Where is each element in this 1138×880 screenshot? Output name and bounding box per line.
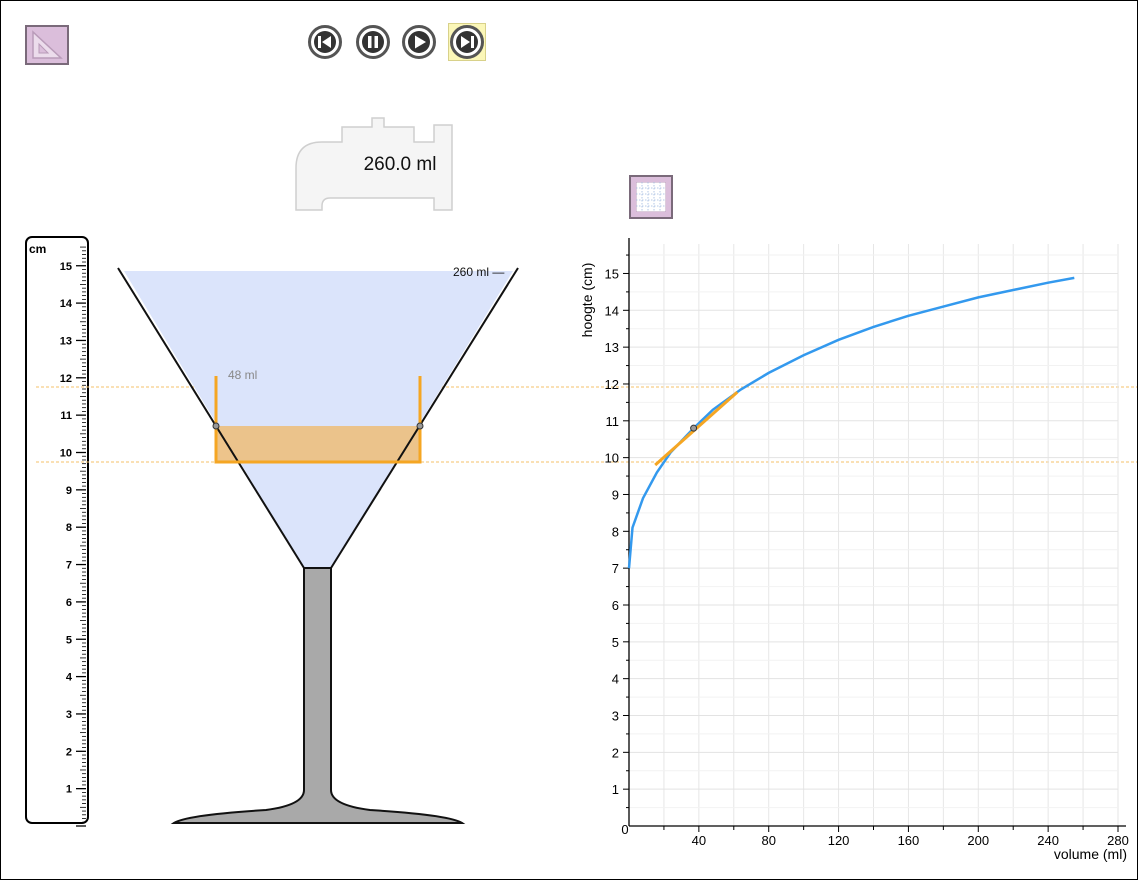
x-tick-label: 80 — [761, 833, 775, 848]
ruler-tick-label: 7 — [66, 560, 72, 572]
selection-volume-label: 48 ml — [228, 368, 257, 382]
ruler-unit: cm — [29, 242, 46, 256]
x-tick-label: 160 — [898, 833, 920, 848]
tangent-point[interactable] — [690, 424, 698, 432]
y-tick-label: 15 — [605, 266, 619, 281]
level-marker-left[interactable] — [212, 422, 220, 430]
y-tick-label: 10 — [605, 451, 619, 466]
simulation-canvas: cm 123456789101112131415 48 ml 260 ml — … — [25, 117, 1138, 862]
height-volume-curve — [627, 276, 1075, 569]
x-axis-label: volume (ml) — [1054, 846, 1127, 862]
y-tick-label: 14 — [605, 303, 619, 318]
x-tick-label: 120 — [828, 833, 850, 848]
ruler-tick-label: 6 — [66, 597, 72, 609]
level-marker-right[interactable] — [416, 422, 424, 430]
ruler-tick-label: 9 — [66, 485, 72, 497]
martini-glass: 48 ml 260 ml — — [117, 265, 519, 824]
ruler-tick-label: 11 — [60, 410, 72, 422]
ruler-tick-label: 4 — [66, 672, 73, 684]
ruler-tick-label: 2 — [66, 746, 72, 758]
glass-stem — [170, 567, 466, 824]
glass-water — [124, 271, 513, 568]
y-tick-label: 12 — [605, 377, 619, 392]
y-tick-label: 7 — [612, 561, 619, 576]
tap-volume-label: 260.0 ml — [363, 154, 437, 175]
ruler-tick-label: 14 — [60, 298, 73, 310]
ruler-tick-label: 1 — [66, 784, 72, 796]
height-volume-chart: 123456789101112131415040 80 120 160 200 240 28… — [579, 238, 1129, 862]
y-tick-label: 9 — [612, 487, 619, 502]
y-tick-label: 8 — [612, 524, 619, 539]
y-tick-label: 6 — [612, 598, 619, 613]
y-tick-label: 13 — [605, 340, 619, 355]
ruler-tick-label: 15 — [60, 261, 72, 273]
y-tick-label: 11 — [606, 414, 620, 429]
ruler-tick-label: 8 — [66, 522, 72, 534]
ruler-tick-label: 5 — [66, 634, 72, 646]
ruler-tick-label: 3 — [66, 709, 72, 721]
y-tick-label: 5 — [612, 635, 619, 650]
ruler-tick-label: 12 — [60, 373, 72, 385]
x-tick-label: 0 — [621, 822, 628, 837]
ruler-tick-label: 13 — [60, 335, 72, 347]
y-axis-label: hoogte (cm) — [579, 263, 595, 338]
x-tick-label: 40 — [692, 833, 706, 848]
x-tick-label: 200 — [967, 833, 989, 848]
ruler-tick-label: 10 — [60, 448, 72, 460]
ruler[interactable]: cm 123456789101112131415 — [25, 236, 89, 827]
full-volume-label: 260 ml — — [453, 265, 504, 279]
y-tick-label: 2 — [612, 745, 619, 760]
y-tick-label: 1 — [612, 782, 619, 797]
y-tick-label: 3 — [612, 708, 619, 723]
selected-liquid-slice — [216, 426, 420, 462]
chart-grid — [629, 244, 1119, 826]
y-tick-label: 4 — [612, 672, 619, 687]
